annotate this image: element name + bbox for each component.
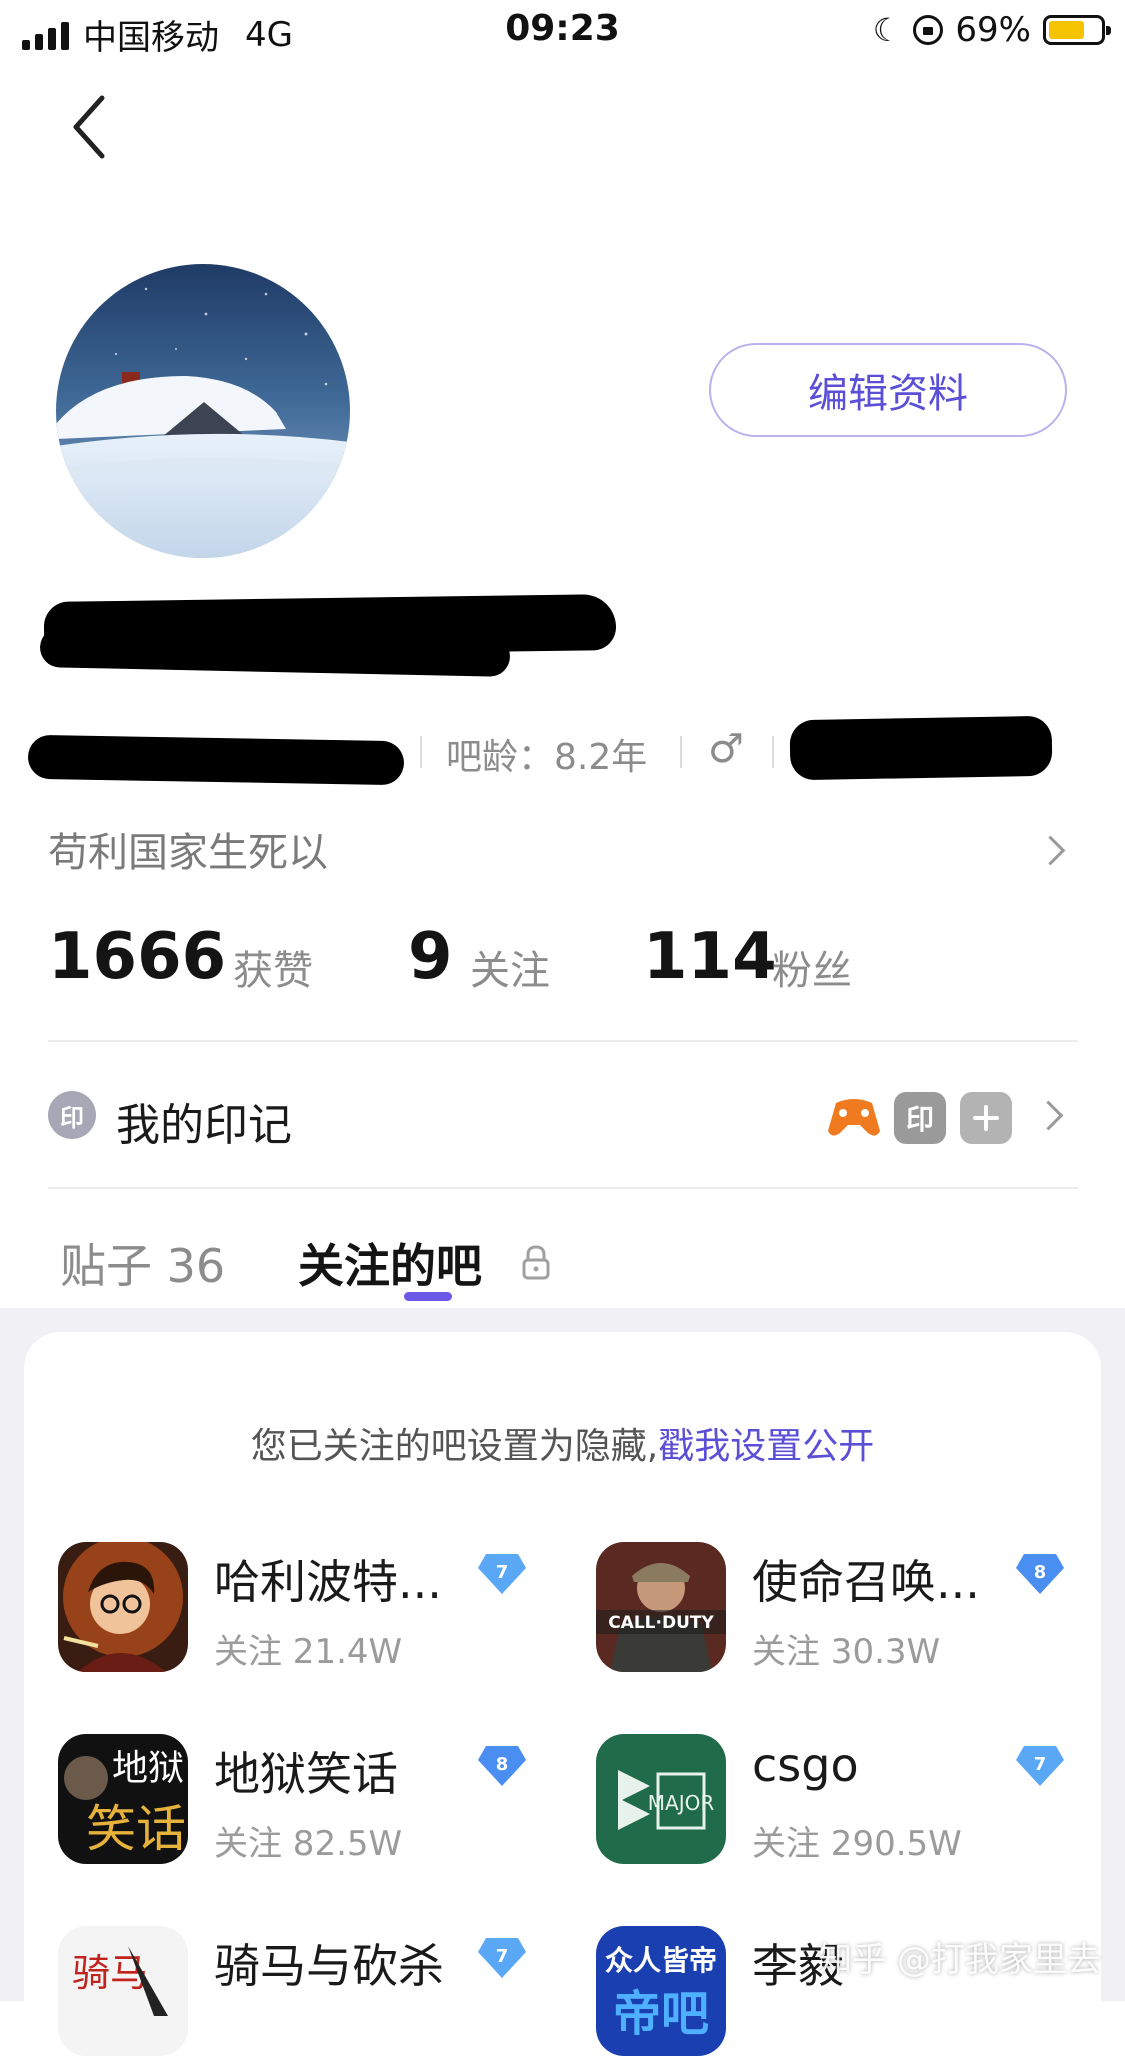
tab-posts[interactable]: 贴子 36 (60, 1230, 225, 1296)
marks-chevron-icon[interactable] (1033, 1100, 1064, 1131)
svg-text:笑话: 笑话 (86, 1800, 186, 1858)
forum-item[interactable]: CALL·DUTY 使命召唤... 关注 30.3W 8 (596, 1542, 1096, 1682)
moon-icon: ☾ (872, 11, 902, 49)
svg-text:8: 8 (496, 1754, 509, 1775)
forum-avatar: 骑马 (58, 1926, 188, 2056)
forum-item[interactable]: 哈利波特... 关注 21.4W 7 (58, 1542, 558, 1682)
svg-text:MAJOR: MAJOR (648, 1791, 715, 1815)
lock-icon (522, 1245, 550, 1280)
divider (48, 1040, 1078, 1042)
watermark: 知乎 @打我家里去 (818, 1940, 1101, 1980)
avatar[interactable] (56, 264, 350, 558)
level-badge-icon: 8 (478, 1746, 526, 1786)
level-badge-icon: 7 (1016, 1746, 1064, 1786)
svg-text:骑马: 骑马 (72, 1951, 148, 1995)
seal-badge: 印 (894, 1092, 946, 1144)
battery-percent: 69% (955, 10, 1031, 50)
forum-avatar: MAJOR (596, 1734, 726, 1864)
likes-count[interactable]: 1666 (48, 920, 226, 994)
edit-profile-button[interactable]: 编辑资料 (709, 343, 1067, 437)
rotation-lock-icon (913, 15, 944, 45)
forum-item[interactable]: 地狱 笑话 地狱笑话 关注 82.5W 8 (58, 1734, 558, 1874)
forum-followers: 关注 30.3W (752, 1632, 941, 1672)
level-badge-icon: 8 (1016, 1554, 1064, 1594)
bio-text[interactable]: 苟利国家生死以 (48, 820, 328, 878)
profile-meta-line: 吧龄：8.2年 ♂ (0, 715, 1125, 786)
male-gender-icon: ♂ (708, 726, 744, 772)
back-chevron-icon[interactable] (70, 92, 110, 162)
profile-stats: 1666 获赞 9 关注 114 粉丝 (48, 920, 1048, 1000)
forum-followers: 关注 21.4W (214, 1632, 403, 1672)
svg-text:众人皆帝: 众人皆帝 (605, 1944, 717, 1977)
redacted-user-id (27, 734, 405, 786)
make-public-link[interactable]: 戳我设置公开 (658, 1426, 874, 1467)
status-bar: 中国移动 4G 09:23 ☾ 69% (0, 0, 1125, 62)
battery-icon (1043, 15, 1111, 45)
forum-avatar: CALL·DUTY (596, 1542, 726, 1672)
following-count[interactable]: 9 (408, 920, 453, 994)
redacted-username-stroke (39, 627, 511, 677)
forum-name: 哈利波特... (214, 1555, 442, 1609)
forum-item[interactable]: 骑马 骑马与砍杀 7 (58, 1926, 558, 2066)
forum-avatar: 地狱 笑话 (58, 1734, 188, 1864)
level-badge-icon: 7 (478, 1554, 526, 1594)
followed-forums-panel: 您已关注的吧设置为隐藏,戳我设置公开 哈利波特... 关注 21.4W 7 CA… (0, 1308, 1125, 2056)
forum-name: 骑马与砍杀 (214, 1939, 444, 1993)
forum-avatar (58, 1542, 188, 1672)
gamepad-badge-icon (828, 1099, 880, 1136)
forum-followers: 关注 290.5W (752, 1824, 962, 1864)
add-mark-icon[interactable] (960, 1092, 1012, 1144)
my-marks-row[interactable]: 印 我的印记 印 (48, 1085, 1078, 1151)
redacted-ip-location (789, 715, 1053, 781)
tab-followed-forums[interactable]: 关注的吧 (298, 1230, 482, 1296)
forum-item[interactable]: MAJOR csgo 关注 290.5W 7 (596, 1734, 1096, 1874)
svg-text:7: 7 (496, 1946, 509, 1967)
bio-chevron-icon[interactable] (1035, 835, 1066, 866)
forum-name: 使命召唤... (752, 1555, 980, 1609)
forum-followers: 关注 82.5W (214, 1824, 403, 1864)
forum-name: 地狱笑话 (214, 1747, 398, 1801)
fans-count[interactable]: 114 (643, 920, 777, 994)
likes-label: 获赞 (233, 948, 313, 994)
following-label: 关注 (470, 948, 550, 994)
svg-text:帝吧: 帝吧 (613, 1986, 709, 2042)
svg-text:CALL·DUTY: CALL·DUTY (608, 1613, 714, 1633)
svg-text:7: 7 (496, 1562, 509, 1583)
divider (48, 1187, 1078, 1189)
forum-name: csgo (752, 1738, 859, 1792)
hidden-notice-text: 您已关注的吧设置为隐藏, (250, 1426, 659, 1467)
forum-avatar: 众人皆帝 帝吧 (596, 1926, 726, 2056)
active-tab-indicator (404, 1292, 452, 1301)
profile-tabs: 贴子 36 关注的吧 (0, 1230, 1125, 1310)
my-marks-label: 我的印记 (116, 1100, 292, 1151)
level-badge-icon: 7 (478, 1938, 526, 1978)
svg-text:8: 8 (1034, 1562, 1047, 1583)
mark-icon: 印 (48, 1091, 96, 1139)
hidden-notice: 您已关注的吧设置为隐藏,戳我设置公开 (24, 1417, 1101, 1469)
svg-text:地狱: 地狱 (112, 1748, 184, 1789)
account-age: 吧龄：8.2年 (446, 737, 648, 778)
fans-label: 粉丝 (772, 948, 852, 994)
svg-text:7: 7 (1034, 1754, 1047, 1775)
